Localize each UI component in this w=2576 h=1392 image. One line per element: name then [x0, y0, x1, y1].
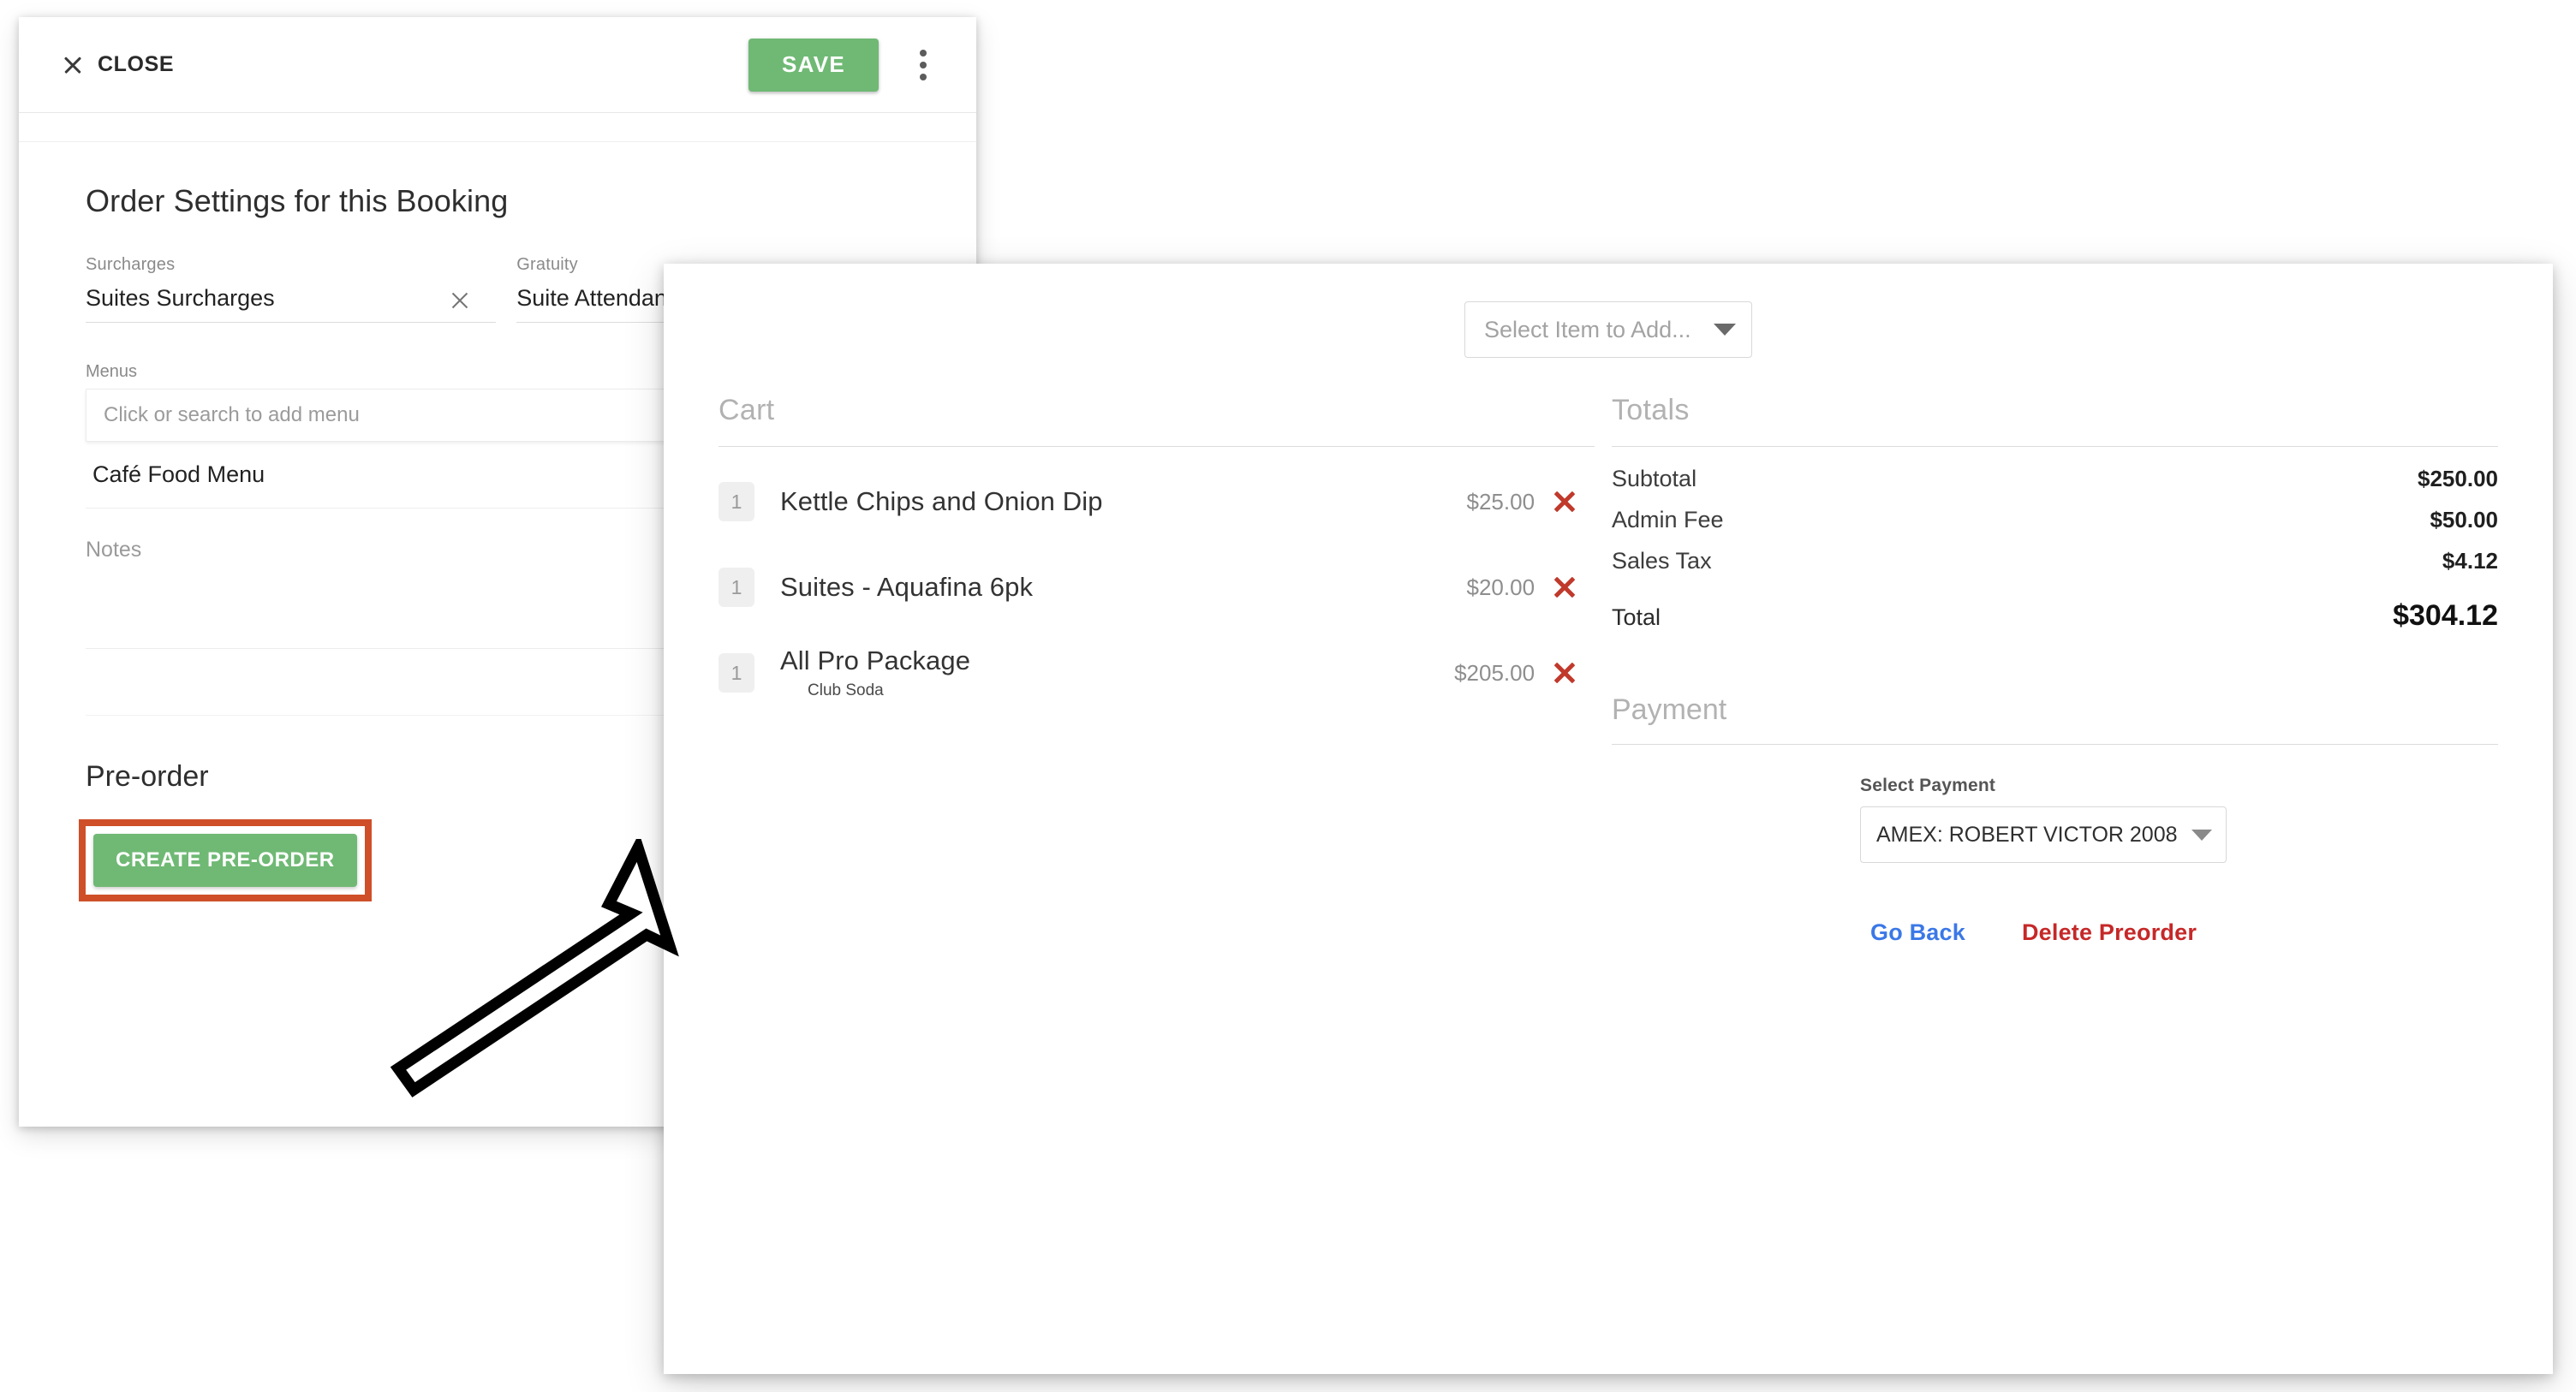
panel-subheader-strip	[19, 113, 976, 142]
delete-preorder-button[interactable]: Delete Preorder	[2022, 919, 2197, 946]
surcharges-field[interactable]: Surcharges Suites Surcharges	[86, 255, 497, 323]
totals-heading: Totals	[1612, 394, 2498, 447]
chevron-down-icon	[1714, 324, 1736, 336]
create-preorder-button[interactable]: CREATE PRE-ORDER	[93, 834, 357, 887]
payment-heading: Payment	[1612, 693, 2498, 745]
remove-x-icon	[1553, 490, 1577, 514]
close-x-icon	[62, 54, 84, 76]
cart-item-name: All Pro Package	[780, 645, 971, 675]
totals-row: Subtotal $250.00	[1612, 466, 2498, 507]
cart-item-price: $205.00	[1454, 659, 1535, 686]
save-button[interactable]: SAVE	[748, 38, 879, 92]
modal-actions: Go Back Delete Preorder	[1612, 863, 2498, 946]
kebab-menu-icon[interactable]	[904, 41, 942, 89]
totals-grand-row: Total $304.12	[1612, 599, 2498, 647]
select-item-to-add-dropdown[interactable]: Select Item to Add...	[1464, 301, 1752, 358]
totals-row: Sales Tax $4.12	[1612, 548, 2498, 589]
cart-item-modifier: Club Soda	[808, 681, 884, 699]
menu-item-label: Café Food Menu	[92, 461, 265, 487]
kebab-dot	[920, 49, 927, 57]
cart-item-name: Kettle Chips and Onion Dip	[780, 486, 1103, 516]
create-preorder-highlight: CREATE PRE-ORDER	[79, 819, 372, 901]
cart-item-remove-button[interactable]	[1535, 490, 1595, 514]
cart-item-name-wrap: Suites - Aquafina 6pk	[780, 572, 1406, 603]
totals-column: Totals Subtotal $250.00 Admin Fee $50.00…	[1612, 394, 2498, 946]
cart-totals-columns: Cart 1 Kettle Chips and Onion Dip $25.00	[719, 394, 2498, 946]
panel-header: CLOSE SAVE	[19, 17, 976, 113]
close-button[interactable]: CLOSE	[62, 52, 174, 77]
select-item-to-add-placeholder: Select Item to Add...	[1484, 316, 1691, 342]
totals-row: Admin Fee $50.00	[1612, 507, 2498, 548]
clear-x-icon[interactable]	[450, 290, 470, 311]
totals-row-value: $50.00	[2430, 507, 2498, 532]
screenshot-stage: CLOSE SAVE Order Settings for this Booki…	[0, 0, 2576, 1392]
totals-row-value: $4.12	[2442, 548, 2498, 574]
cart-heading: Cart	[719, 394, 1595, 447]
totals-row-label: Subtotal	[1612, 466, 1697, 491]
page-title: Order Settings for this Booking	[86, 183, 509, 218]
cart-item-remove-button[interactable]	[1535, 661, 1595, 685]
cart-item-name-wrap: All Pro Package Club Soda	[780, 645, 1406, 700]
remove-x-icon	[1553, 575, 1577, 599]
menu-search-placeholder: Click or search to add menu	[104, 403, 360, 426]
cart-row: 1 Suites - Aquafina 6pk $20.00	[719, 544, 1595, 630]
cart-item-qty[interactable]: 1	[719, 653, 754, 693]
preorder-modal: Select Item to Add... Cart 1 Kettle Chip…	[664, 264, 2553, 1374]
payment-body: Select Payment AMEX: ROBERT VICTOR 2008	[1612, 745, 2498, 863]
chevron-down-icon	[2191, 829, 2212, 841]
preorder-modal-content: Select Item to Add... Cart 1 Kettle Chip…	[664, 264, 2553, 1374]
select-payment-dropdown[interactable]: AMEX: ROBERT VICTOR 2008	[1860, 806, 2227, 863]
cart-item-qty[interactable]: 1	[719, 482, 754, 521]
surcharges-value: Suites Surcharges	[86, 283, 497, 323]
totals-list: Subtotal $250.00 Admin Fee $50.00 Sales …	[1612, 447, 2498, 647]
kebab-dot	[920, 73, 927, 80]
cart-item-price: $25.00	[1466, 488, 1535, 515]
cart-row: 1 All Pro Package Club Soda $205.00	[719, 630, 1595, 716]
cart-row: 1 Kettle Chips and Onion Dip $25.00	[719, 459, 1595, 544]
totals-grand-label: Total	[1612, 604, 1661, 630]
notes-label: Notes	[86, 538, 142, 562]
surcharges-label: Surcharges	[86, 255, 176, 274]
close-button-label: CLOSE	[98, 52, 175, 76]
add-item-row: Select Item to Add...	[719, 301, 2498, 358]
totals-row-label: Admin Fee	[1612, 507, 1724, 532]
cart-item-qty[interactable]: 1	[719, 568, 754, 607]
cart-item-remove-button[interactable]	[1535, 575, 1595, 599]
select-payment-value: AMEX: ROBERT VICTOR 2008	[1876, 822, 2178, 847]
totals-grand-value: $304.12	[2393, 599, 2498, 632]
kebab-dot	[920, 61, 927, 68]
column-spacer	[1595, 394, 1603, 946]
remove-x-icon	[1553, 661, 1577, 685]
go-back-button[interactable]: Go Back	[1870, 919, 1965, 946]
panel-header-actions: SAVE	[748, 38, 942, 92]
cart-item-name-wrap: Kettle Chips and Onion Dip	[780, 486, 1406, 517]
select-payment-label: Select Payment	[1860, 776, 1996, 795]
cart-item-price: $20.00	[1466, 574, 1535, 600]
totals-row-value: $250.00	[2418, 466, 2498, 491]
cart-column: Cart 1 Kettle Chips and Onion Dip $25.00	[719, 394, 1595, 946]
totals-row-label: Sales Tax	[1612, 548, 1712, 574]
cart-item-name: Suites - Aquafina 6pk	[780, 572, 1034, 602]
cart-item-list: 1 Kettle Chips and Onion Dip $25.00 1 Su…	[719, 447, 1595, 716]
